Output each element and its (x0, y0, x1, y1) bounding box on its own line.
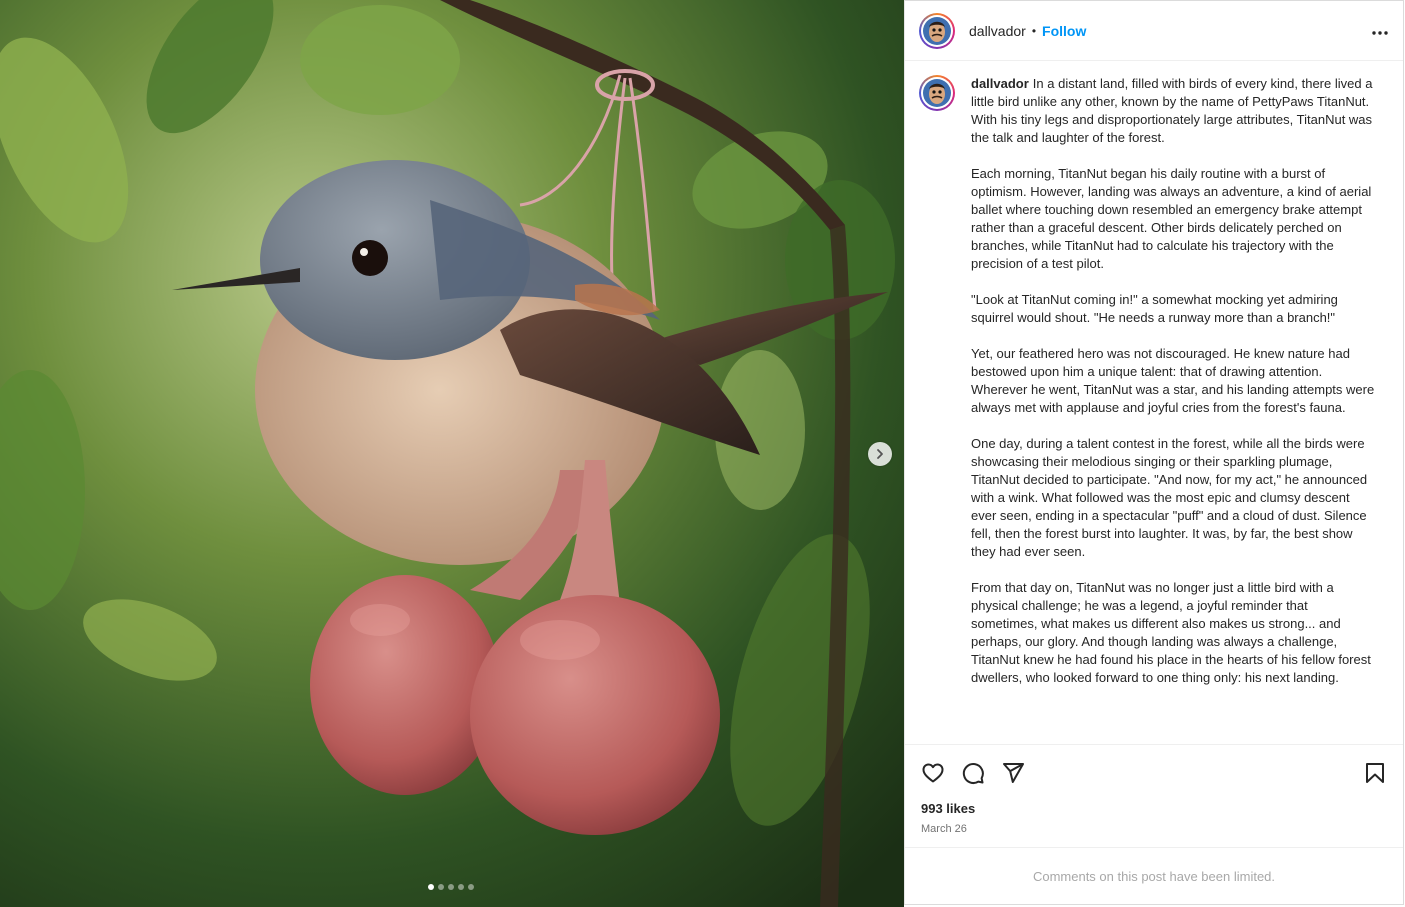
chevron-right-icon (877, 449, 883, 459)
share-button[interactable] (999, 759, 1027, 787)
caption-area: dallvador In a distant land, filled with … (905, 61, 1403, 745)
caption-paragraph: "Look at TitanNut coming in!" a somewhat… (971, 292, 1338, 325)
like-button[interactable] (919, 759, 947, 787)
comment-button[interactable] (959, 759, 987, 787)
post-header: dallvador • Follow (905, 1, 1403, 61)
avatar-ring (921, 77, 953, 109)
caption-row: dallvador In a distant land, filled with … (919, 75, 1389, 705)
avatar-image (923, 79, 951, 107)
caption-paragraph-text: In a distant land, filled with birds of … (971, 76, 1373, 145)
caption-paragraph: Each morning, TitanNut began his daily r… (971, 166, 1372, 271)
caption-username[interactable]: dallvador (971, 76, 1029, 91)
carousel-dot (448, 884, 454, 890)
avatar-ring (921, 14, 953, 47)
post-side-panel: dallvador • Follow dallvador In a distan… (904, 0, 1404, 905)
more-horizontal-icon (1372, 31, 1388, 35)
heart-icon (922, 763, 944, 783)
avatar-image (923, 16, 951, 45)
caption-text: dallvador In a distant land, filled with … (971, 75, 1375, 705)
carousel-dot (428, 884, 434, 890)
avatar[interactable] (919, 75, 955, 111)
caption-paragraph: Yet, our feathered hero was not discoura… (971, 346, 1375, 415)
comment-icon (962, 763, 984, 784)
post-viewer: dallvador • Follow dallvador In a distan… (0, 0, 1405, 907)
carousel-dot (438, 884, 444, 890)
post-date[interactable]: March 26 (905, 823, 1403, 847)
share-icon (1003, 763, 1024, 783)
comments-limited-notice: Comments on this post have been limited. (905, 847, 1403, 904)
like-count[interactable]: 993 likes (905, 801, 1403, 819)
post-image (0, 0, 904, 907)
caption-paragraph: One day, during a talent contest in the … (971, 436, 1368, 559)
separator-dot: • (1031, 23, 1037, 38)
post-media[interactable] (0, 0, 904, 907)
carousel-indicator (428, 884, 474, 890)
carousel-dot (468, 884, 474, 890)
username[interactable]: dallvador (969, 23, 1026, 39)
caption-paragraph: From that day on, TitanNut was no longer… (971, 580, 1371, 685)
carousel-dot (458, 884, 464, 890)
bookmark-icon (1366, 763, 1384, 783)
carousel-next-button[interactable] (868, 442, 892, 466)
save-button[interactable] (1361, 759, 1389, 787)
follow-button[interactable]: Follow (1042, 23, 1086, 39)
avatar[interactable] (919, 12, 955, 49)
more-options-button[interactable] (1371, 20, 1389, 41)
post-actions (905, 745, 1403, 801)
caption-paragraph: dallvador In a distant land, filled with … (971, 75, 1375, 147)
